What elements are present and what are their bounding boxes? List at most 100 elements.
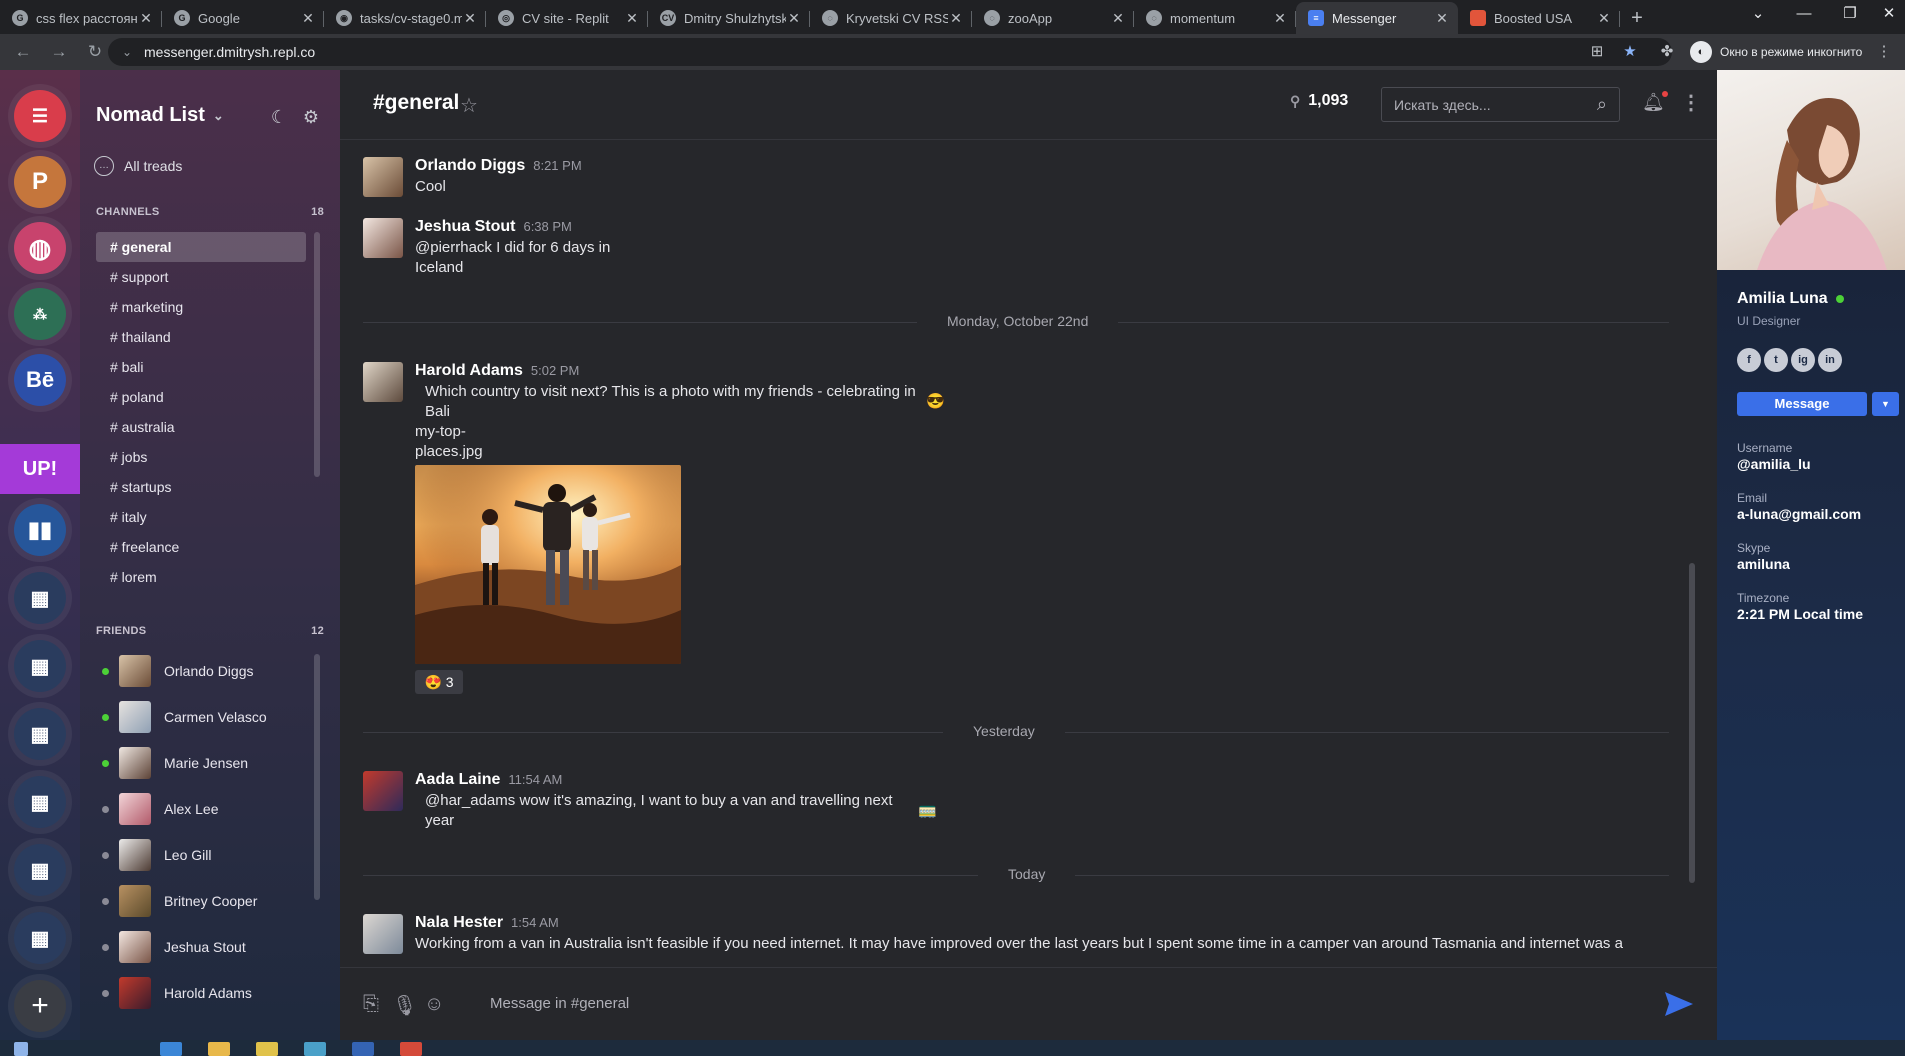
close-tab-icon[interactable]: ✕ (1434, 10, 1450, 27)
channel-general[interactable]: # general (96, 232, 306, 262)
facebook-icon[interactable]: f (1737, 348, 1761, 372)
star-icon[interactable]: ☆ (460, 93, 478, 118)
taskbar-app-icon[interactable] (256, 1042, 278, 1056)
pause-app-icon[interactable]: ▮▮ (14, 504, 66, 556)
message-author[interactable]: Nala Hester (415, 914, 503, 931)
incognito-indicator[interactable]: ◐ Окно в режиме инкогнито (1690, 38, 1862, 66)
close-tab-icon[interactable]: ✕ (1272, 10, 1288, 27)
message-mention-text[interactable]: @pierrhack I did for 6 days in Iceland (415, 238, 615, 278)
browser-tab[interactable]: ◌ zooApp ✕ (972, 2, 1134, 34)
browser-tab[interactable]: CV Dmitry Shulzhytski ✕ (648, 2, 810, 34)
browser-tab[interactable]: ◌ momentum ✕ (1134, 2, 1296, 34)
channel-startups[interactable]: # startups (96, 472, 306, 502)
search-icon[interactable]: ⌕ (1597, 94, 1607, 115)
channel-poland[interactable]: # poland (96, 382, 306, 412)
channel-marketing[interactable]: # marketing (96, 292, 306, 322)
close-tab-icon[interactable]: ✕ (948, 10, 964, 27)
back-icon[interactable]: ← (10, 39, 36, 65)
bell-icon[interactable]: 🔔︎ (1642, 91, 1668, 113)
friend-item[interactable]: Harold Adams (102, 974, 312, 1012)
message-mention-text[interactable]: @har_adams wow it's amazing, I want to b… (425, 791, 905, 831)
search-box[interactable]: ⌕ (1381, 87, 1620, 122)
windows-start-icon[interactable] (14, 1042, 28, 1056)
message-author[interactable]: Jeshua Stout (415, 218, 515, 235)
channel-thailand[interactable]: # thailand (96, 322, 306, 352)
avatar[interactable] (363, 218, 403, 258)
friend-item[interactable]: Alex Lee (102, 790, 312, 828)
up-app[interactable]: UP! (0, 444, 80, 494)
message-input[interactable] (490, 988, 1490, 1018)
new-tab-button[interactable]: + (1620, 2, 1654, 34)
avatar[interactable] (363, 362, 403, 402)
instagram-icon[interactable]: ig (1791, 348, 1815, 372)
minimize-icon[interactable]: — (1781, 0, 1827, 30)
message-dropdown-icon[interactable]: ▼ (1872, 392, 1899, 416)
avatar[interactable] (363, 914, 403, 954)
layout-app-icon[interactable]: ▦ (14, 912, 66, 964)
friend-item[interactable]: Jeshua Stout (102, 928, 312, 966)
add-app-icon[interactable]: + (14, 980, 66, 1032)
channel-bali[interactable]: # bali (96, 352, 306, 382)
twitter-icon[interactable]: t (1764, 348, 1788, 372)
browser-menu-icon[interactable]: ⋮ (1874, 42, 1894, 62)
browser-tab[interactable]: ◎ CV site - Replit ✕ (486, 2, 648, 34)
browser-tab[interactable]: ◉ tasks/cv-stage0.md ✕ (324, 2, 486, 34)
close-tab-icon[interactable]: ✕ (1110, 10, 1126, 27)
browser-tab-active[interactable]: ≡ Messenger ✕ (1296, 2, 1458, 34)
close-window-icon[interactable]: ✕ (1866, 0, 1905, 30)
layout-app-icon[interactable]: ▦ (14, 776, 66, 828)
linkedin-icon[interactable]: in (1818, 348, 1842, 372)
browser-tab[interactable]: Boosted USA ✕ (1458, 2, 1620, 34)
gear-icon[interactable]: ⚙ (300, 106, 322, 128)
list-app-icon[interactable]: ☰ (14, 90, 66, 142)
channel-lorem[interactable]: # lorem (96, 562, 306, 592)
attached-photo[interactable] (415, 465, 681, 664)
chat-scrollbar[interactable] (1689, 563, 1695, 883)
taskbar-app-icon[interactable] (304, 1042, 326, 1056)
translate-icon[interactable]: ⊞ (1587, 42, 1607, 62)
attach-icon[interactable]: ⎘ (363, 993, 379, 1016)
friend-item[interactable]: Orlando Diggs (102, 652, 312, 690)
dribbble-app-icon[interactable]: ◍ (14, 222, 66, 274)
friend-item[interactable]: Marie Jensen (102, 744, 312, 782)
channel-italy[interactable]: # italy (96, 502, 306, 532)
avatar[interactable] (363, 771, 403, 811)
friends-scrollbar[interactable] (314, 654, 320, 900)
attachment-link[interactable]: my-top-places.jpg (415, 422, 483, 462)
search-input[interactable] (1394, 96, 1597, 113)
workspace-switcher[interactable]: Nomad List ⌄ (96, 104, 224, 127)
close-tab-icon[interactable]: ✕ (786, 10, 802, 27)
friend-item[interactable]: Carmen Velasco (102, 698, 312, 736)
site-info-icon[interactable]: ⌄ (122, 45, 136, 59)
taskbar-app-icon[interactable] (160, 1042, 182, 1056)
bookmark-star-icon[interactable]: ★ (1620, 42, 1640, 62)
close-tab-icon[interactable]: ✕ (300, 10, 316, 27)
member-count[interactable]: ⚲ 1,093 (1290, 92, 1348, 110)
channel-australia[interactable]: # australia (96, 412, 306, 442)
more-options-icon[interactable]: ⋮ (1681, 90, 1701, 115)
layout-app-icon[interactable]: ▦ (14, 572, 66, 624)
browser-tab[interactable]: G Google ✕ (162, 2, 324, 34)
emoji-icon[interactable]: ☺ (424, 993, 444, 1016)
send-icon[interactable] (1664, 990, 1694, 1018)
message-author[interactable]: Harold Adams (415, 362, 523, 379)
layout-app-icon[interactable]: ▦ (14, 640, 66, 692)
channel-support[interactable]: # support (96, 262, 306, 292)
close-tab-icon[interactable]: ✕ (462, 10, 478, 27)
forward-icon[interactable]: → (46, 39, 72, 65)
friend-item[interactable]: Leo Gill (102, 836, 312, 874)
layout-app-icon[interactable]: ▦ (14, 708, 66, 760)
channel-freelance[interactable]: # freelance (96, 532, 306, 562)
dots-app-icon[interactable]: ⁂ (14, 288, 66, 340)
reload-icon[interactable]: ↻ (82, 39, 108, 65)
friend-item[interactable]: Britney Cooper (102, 882, 312, 920)
close-tab-icon[interactable]: ✕ (138, 10, 154, 27)
p-app-icon[interactable]: P (14, 156, 66, 208)
url-bar[interactable]: ⌄ messenger.dmitrysh.repl.co (108, 38, 1672, 66)
taskbar-app-icon[interactable] (400, 1042, 422, 1056)
channels-scrollbar[interactable] (314, 232, 320, 477)
all-treads-link[interactable]: … All treads (94, 156, 182, 176)
channel-jobs[interactable]: # jobs (96, 442, 306, 472)
avatar[interactable] (363, 157, 403, 197)
browser-tab[interactable]: ◌ Kryvetski CV RSS ✕ (810, 2, 972, 34)
